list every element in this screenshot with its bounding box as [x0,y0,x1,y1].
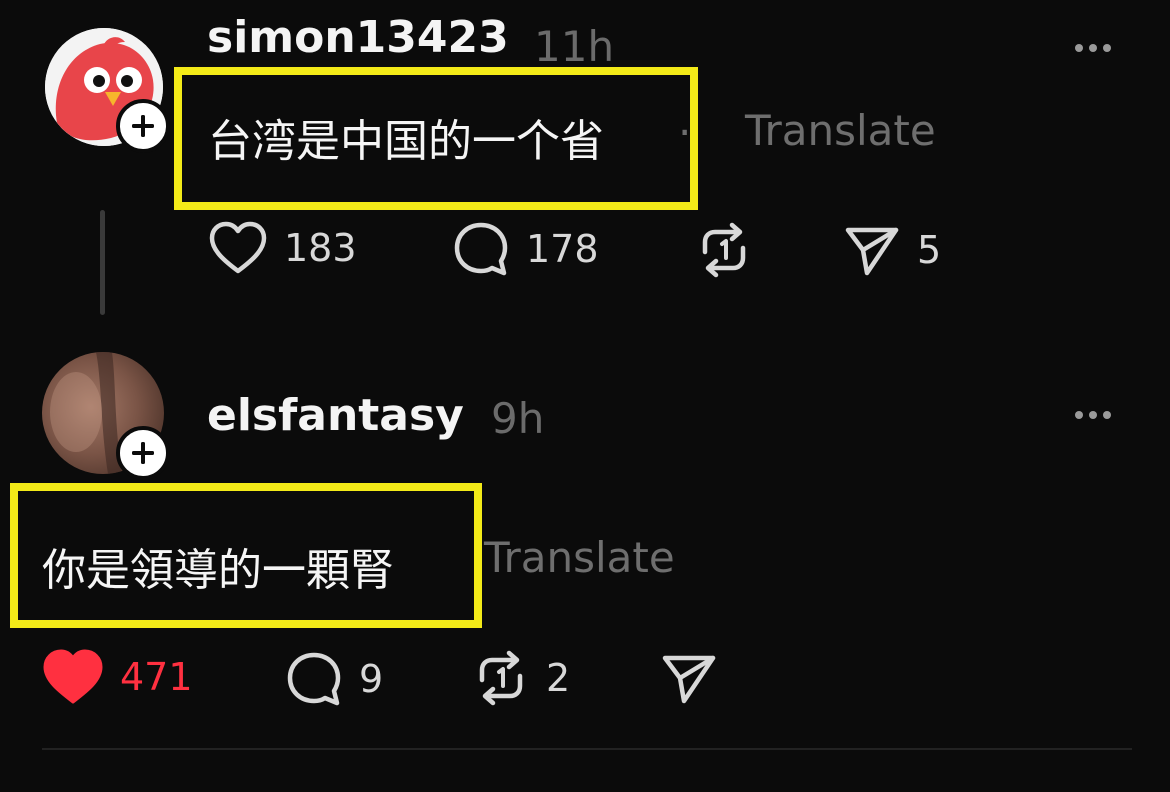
username[interactable]: elsfantasy [207,390,464,441]
heart-icon [209,221,267,274]
username[interactable]: simon13423 [207,12,509,63]
translate-link[interactable]: Translate [484,533,675,582]
follow-plus-button[interactable] [116,99,170,153]
share-button[interactable] [660,650,718,706]
plus-icon [132,115,154,137]
like-count: 183 [284,226,357,270]
thread-connector-line [100,210,105,315]
follow-plus-button[interactable] [116,426,170,480]
reply-button[interactable]: 178 [452,220,599,278]
post-2: elsfantasy 9h 你是領導的一顆腎 Translate 471 9 2 [0,330,1170,792]
repost-button[interactable]: 2 [472,650,570,706]
repost-icon [702,222,746,278]
like-button[interactable]: 183 [208,220,357,276]
post-text: 台湾是中国的一个省 [208,116,604,167]
separator-dot: · [678,108,692,157]
heart-icon [43,649,103,704]
repost-icon [479,650,523,706]
reply-button[interactable]: 9 [285,650,383,708]
send-icon [845,227,899,276]
timestamp: 9h [491,394,545,443]
post-text: 你是領導的一顆腎 [42,545,394,596]
like-count: 471 [120,655,193,699]
reply-count: 9 [359,657,384,701]
send-icon [662,655,716,704]
timestamp: 11h [534,22,615,71]
repost-button[interactable] [695,222,753,278]
like-button[interactable]: 471 [42,648,193,706]
share-count: 5 [917,228,942,272]
more-horizontal-icon[interactable] [1075,44,1111,52]
plus-icon [132,442,154,464]
repost-count: 2 [546,656,571,700]
share-button[interactable]: 5 [843,222,941,278]
post-divider [42,748,1132,750]
translate-link[interactable]: Translate [745,106,936,155]
comment-bubble-icon [454,222,508,276]
comment-bubble-icon [287,652,341,706]
reply-count: 178 [526,227,599,271]
more-horizontal-icon[interactable] [1075,411,1111,419]
post-1: simon13423 11h 台湾是中国的一个省 · Translate 183… [0,0,1170,330]
